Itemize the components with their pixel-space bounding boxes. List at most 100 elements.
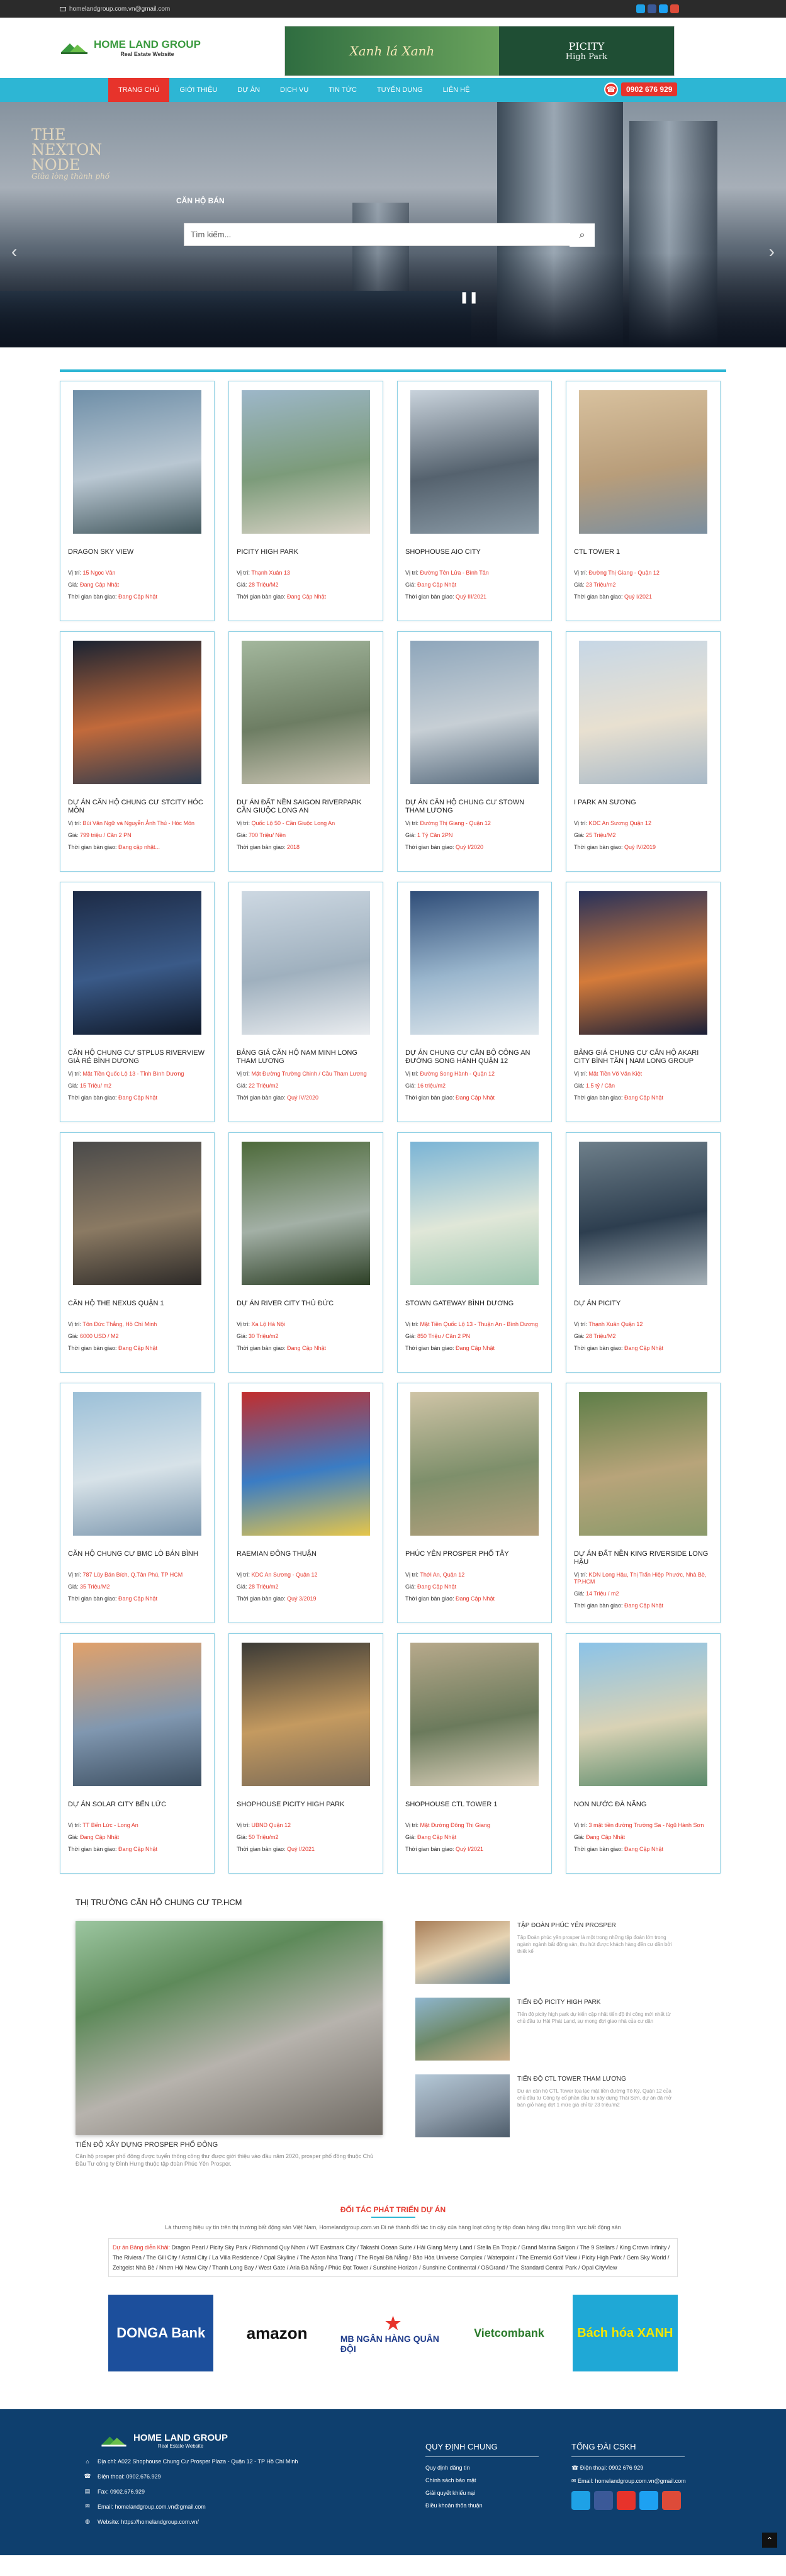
skype-icon[interactable]	[636, 4, 645, 13]
news-feature[interactable]: TIẾN ĐỘ XÂY DỰNG PROSPER PHỐ ĐÔNG Căn hộ…	[76, 1921, 383, 2168]
twitter-icon[interactable]	[659, 4, 668, 13]
news-feature-image[interactable]	[76, 1921, 383, 2135]
search-icon[interactable]: ⌕	[570, 223, 595, 247]
hotline[interactable]: ☎ 0902 676 929	[604, 82, 678, 96]
project-image[interactable]	[410, 641, 539, 784]
project-card[interactable]: SHOPHOUSE AIO CITY Vị trí: Đường Tên Lửa …	[397, 381, 552, 621]
project-card[interactable]: DỰ ÁN ĐẤT NỀN SAIGON RIVERPARK CẦN GIUỘC…	[228, 631, 383, 872]
hero-search[interactable]: Tìm kiếm... ⌕	[184, 223, 595, 247]
search-input[interactable]: Tìm kiếm...	[191, 230, 231, 239]
project-title[interactable]: CĂN HỘ CHUNG CƯ STPLUS RIVERVIEW GIÁ RẺ …	[68, 1049, 206, 1066]
project-image[interactable]	[410, 1392, 539, 1536]
site-logo[interactable]: HOME LAND GROUP Real Estate Website	[60, 38, 280, 57]
topbar-email[interactable]: homelandgroup.com.vn@gmail.com	[69, 6, 170, 13]
zalo-icon[interactable]	[571, 2491, 590, 2510]
project-card[interactable]: DỰ ÁN CHUNG CƯ CĂN BỘ CÔNG AN ĐƯỜNG SONG…	[397, 882, 552, 1122]
project-title[interactable]: DỰ ÁN CĂN HỘ CHUNG CƯ STOWN THAM LƯƠNG	[405, 799, 544, 815]
project-image[interactable]	[242, 390, 370, 534]
project-image[interactable]	[410, 390, 539, 534]
google-plus-icon[interactable]	[670, 4, 679, 13]
project-image[interactable]	[242, 891, 370, 1035]
project-card[interactable]: DRAGON SKY VIEW Vị trí: 15 Ngọc Vân Giá: Đ…	[60, 381, 215, 621]
nav-services[interactable]: DỊCH VỤ	[270, 78, 318, 102]
nav-home[interactable]: TRANG CHỦ	[108, 78, 170, 102]
project-title[interactable]: SHOPHOUSE PICITY HIGH PARK	[237, 1801, 375, 1817]
project-title[interactable]: CĂN HỘ THE NEXUS QUẬN 1	[68, 1300, 206, 1316]
project-card[interactable]: DỰ ÁN ĐẤT NỀN KING RIVERSIDE LONG HẬU Vị …	[566, 1383, 721, 1623]
project-image[interactable]	[410, 1142, 539, 1285]
nav-news[interactable]: TIN TỨC	[318, 78, 367, 102]
project-image[interactable]	[579, 1142, 707, 1285]
project-title[interactable]: DRAGON SKY VIEW	[68, 548, 206, 565]
project-card[interactable]: CĂN HỘ THE NEXUS QUẬN 1 Vị trí: Tôn Đức T…	[60, 1132, 215, 1373]
project-card[interactable]: I PARK AN SƯƠNG Vị trí: KDC An Sương Quận…	[566, 631, 721, 872]
facebook-icon[interactable]	[594, 2491, 613, 2510]
project-title[interactable]: SHOPHOUSE CTL TOWER 1	[405, 1801, 544, 1817]
news-item[interactable]: TIẾN ĐỘ PICITY HIGH PARK Tiến độ picity h…	[415, 1998, 680, 2061]
project-card[interactable]: BẢNG GIÁ CĂN HỘ NAM MINH LONG THAM LƯƠNG…	[228, 882, 383, 1122]
slider-prev-icon[interactable]: ‹	[11, 242, 17, 262]
project-card[interactable]: CĂN HỘ CHUNG CƯ BMC LÒ BÁN BÌNH Vị trí: 7…	[60, 1383, 215, 1623]
project-card[interactable]: PHÚC YÊN PROSPER PHỐ TÂY Vị trí: Thới An,…	[397, 1383, 552, 1623]
project-title[interactable]: DỰ ÁN ĐẤT NỀN SAIGON RIVERPARK CẦN GIUỘC…	[237, 799, 375, 815]
project-card[interactable]: CĂN HỘ CHUNG CƯ STPLUS RIVERVIEW GIÁ RẺ …	[60, 882, 215, 1122]
project-title[interactable]: CTL TOWER 1	[574, 548, 712, 565]
project-image[interactable]	[242, 1142, 370, 1285]
project-image[interactable]	[242, 641, 370, 784]
footer-policy-link[interactable]: Quy định đăng tin	[425, 2465, 539, 2471]
project-image[interactable]	[73, 891, 201, 1035]
project-card[interactable]: SHOPHOUSE PICITY HIGH PARK Vị trí: UBND Q…	[228, 1633, 383, 1874]
project-image[interactable]	[579, 891, 707, 1035]
facebook-icon[interactable]	[648, 4, 656, 13]
project-card[interactable]: DỰ ÁN RIVER CITY THỦ ĐỨC Vị trí: Xa Lộ Hà…	[228, 1132, 383, 1373]
project-image[interactable]	[73, 641, 201, 784]
partner-logo-mb[interactable]: ★ MB NGÂN HÀNG QUÂN ĐỘI	[340, 2295, 446, 2371]
twitter-icon[interactable]	[639, 2491, 658, 2510]
project-title[interactable]: RAEMIAN ĐÔNG THUẬN	[237, 1550, 375, 1566]
project-title[interactable]: NON NƯỚC ĐÀ NẴNG	[574, 1801, 712, 1817]
news-item-title[interactable]: TIẾN ĐỘ PICITY HIGH PARK	[517, 1999, 680, 2006]
project-card[interactable]: DỰ ÁN PICITY Vị trí: Thạnh Xuân Quận 12 Gi…	[566, 1132, 721, 1373]
nav-projects[interactable]: DỰ ÁN	[227, 78, 270, 102]
project-title[interactable]: DỰ ÁN CHUNG CƯ CĂN BỘ CÔNG AN ĐƯỜNG SONG…	[405, 1049, 544, 1066]
project-card[interactable]: NON NƯỚC ĐÀ NẴNG Vị trí: 3 mặt tiền đường…	[566, 1633, 721, 1874]
project-image[interactable]	[579, 390, 707, 534]
project-title[interactable]: STOWN GATEWAY BÌNH DƯƠNG	[405, 1300, 544, 1316]
partner-logo-bachhoaxanh[interactable]: Bách hóa XANH	[572, 2295, 678, 2371]
project-title[interactable]: DỰ ÁN SOLAR CITY BẾN LỨC	[68, 1801, 206, 1817]
nav-careers[interactable]: TUYỂN DỤNG	[367, 78, 433, 102]
project-image[interactable]	[579, 1392, 707, 1536]
project-title[interactable]: CĂN HỘ CHUNG CƯ BMC LÒ BÁN BÌNH	[68, 1550, 206, 1566]
news-thumb[interactable]	[415, 1921, 510, 1984]
news-item[interactable]: TIẾN ĐỘ CTL TOWER THAM LƯƠNG Dự án căn hộ…	[415, 2074, 680, 2137]
slider-pause-icon[interactable]: ❚❚	[459, 291, 478, 304]
youtube-icon[interactable]	[617, 2491, 636, 2510]
project-title[interactable]: DỰ ÁN ĐẤT NỀN KING RIVERSIDE LONG HẬU	[574, 1550, 712, 1566]
header-ad-banner[interactable]: Xanh lá Xanh PICITY High Park	[284, 26, 675, 76]
project-card[interactable]: DỰ ÁN CĂN HỘ CHUNG CƯ STOWN THAM LƯƠNG Vị…	[397, 631, 552, 872]
news-item[interactable]: TẬP ĐOÀN PHÚC YÊN PROSPER Tập Đoàn phúc y…	[415, 1921, 680, 1984]
project-title[interactable]: BẢNG GIÁ CĂN HỘ NAM MINH LONG THAM LƯƠNG	[237, 1049, 375, 1066]
news-thumb[interactable]	[415, 2074, 510, 2137]
project-title[interactable]: DỰ ÁN CĂN HỘ CHUNG CƯ STCITY HÓC MÔN	[68, 799, 206, 815]
partner-logo-donga[interactable]: DONGA Bank	[108, 2295, 214, 2371]
news-thumb[interactable]	[415, 1998, 510, 2061]
project-title[interactable]: BẢNG GIÁ CHUNG CƯ CĂN HỘ AKARI CITY BÌNH…	[574, 1049, 712, 1066]
project-card[interactable]: PICITY HIGH PARK Vị trí: Thạnh Xuân 13 Giá…	[228, 381, 383, 621]
project-title[interactable]: I PARK AN SƯƠNG	[574, 799, 712, 815]
footer-logo[interactable]: HOME LAND GROUP Real Estate Website	[99, 2432, 298, 2449]
project-title[interactable]: SHOPHOUSE AIO CITY	[405, 548, 544, 565]
project-title[interactable]: DỰ ÁN PICITY	[574, 1300, 712, 1316]
project-card[interactable]: CTL TOWER 1 Vị trí: Đường Thị Giang - Quậ…	[566, 381, 721, 621]
project-card[interactable]: STOWN GATEWAY BÌNH DƯƠNG Vị trí: Mặt Tiền…	[397, 1132, 552, 1373]
partner-logo-amazon[interactable]: amazon	[224, 2295, 330, 2371]
project-card[interactable]: RAEMIAN ĐÔNG THUẬN Vị trí: KDC An Sương -…	[228, 1383, 383, 1623]
project-card[interactable]: BẢNG GIÁ CHUNG CƯ CĂN HỘ AKARI CITY BÌNH…	[566, 882, 721, 1122]
project-image[interactable]	[73, 1392, 201, 1536]
project-image[interactable]	[579, 1643, 707, 1786]
footer-policy-link[interactable]: Điều khoản thỏa thuận	[425, 2502, 539, 2509]
footer-email-text[interactable]: Email: homelandgroup.com.vn@gmail.com	[98, 2504, 206, 2510]
partner-logo-vietcombank[interactable]: Vietcombank	[456, 2295, 562, 2371]
project-card[interactable]: DỰ ÁN CĂN HỘ CHUNG CƯ STCITY HÓC MÔN Vị t…	[60, 631, 215, 872]
news-item-title[interactable]: TẬP ĐOÀN PHÚC YÊN PROSPER	[517, 1922, 680, 1929]
